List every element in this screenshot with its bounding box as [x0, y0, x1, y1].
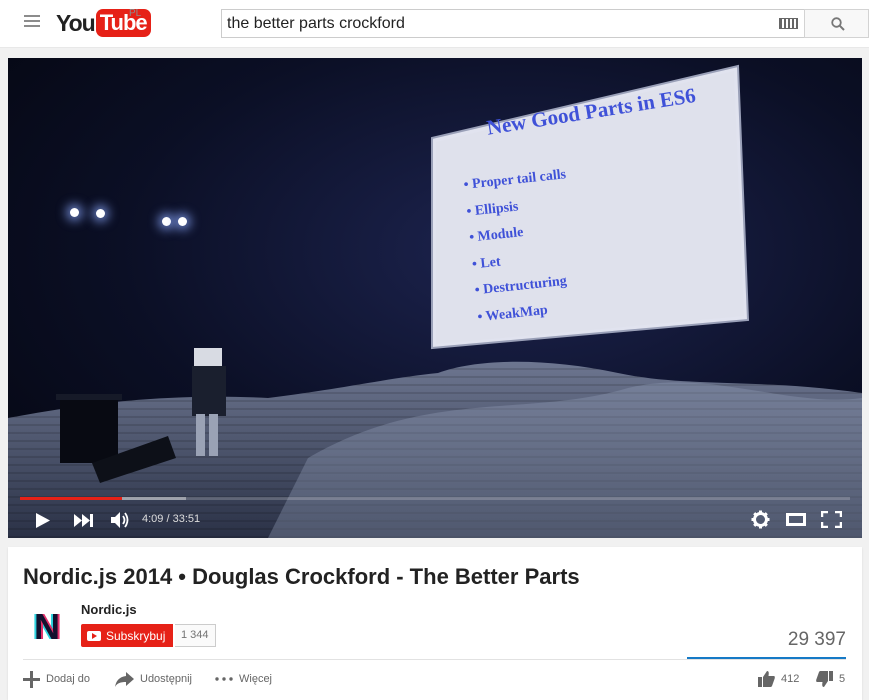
keyboard-icon[interactable]: [779, 18, 798, 29]
youtube-play-icon: [87, 630, 101, 641]
more-label: Więcej: [239, 673, 273, 685]
masthead: You Tube PL: [0, 0, 869, 48]
divider: [23, 659, 846, 660]
progress-bar[interactable]: [20, 497, 850, 500]
time-separator: /: [163, 513, 173, 525]
stage-light: [178, 217, 187, 226]
time-current: 4:09: [142, 513, 164, 525]
slide-bullet-list: Proper tail calls Ellipsis Module Let De…: [463, 167, 582, 336]
projection-screen: [431, 64, 750, 350]
play-icon[interactable]: [35, 512, 51, 529]
search-button[interactable]: [804, 9, 869, 38]
more-button[interactable]: Więcej: [215, 667, 272, 691]
channel-name-link[interactable]: Nordic.js: [81, 602, 137, 617]
thumbs-down-icon: [816, 671, 833, 687]
logo-tube-text: Tube: [95, 9, 151, 37]
theater-mode-icon[interactable]: [786, 513, 806, 526]
progress-played: [20, 497, 122, 500]
like-sentiment-bar: [687, 657, 846, 659]
time-total: 33:51: [172, 513, 201, 525]
volume-icon[interactable]: [111, 511, 131, 529]
search-box: [221, 9, 804, 38]
more-dots-icon: [215, 677, 233, 681]
subscriber-count: 1 344: [175, 624, 216, 647]
logo-country-code: PL: [129, 8, 142, 19]
share-label: Udostępnij: [140, 673, 192, 685]
dislike-button[interactable]: 5: [816, 667, 845, 691]
subscribe-button[interactable]: Subskrybuj: [81, 624, 174, 647]
add-to-label: Dodaj do: [46, 673, 91, 685]
like-button[interactable]: 412: [758, 667, 799, 691]
video-title: Nordic.js 2014 • Douglas Crockford - The…: [23, 564, 580, 589]
video-player[interactable]: New Good Parts in ES6 Proper tail calls …: [8, 58, 862, 538]
logo-you-text: You: [56, 9, 96, 36]
gear-icon[interactable]: [751, 510, 770, 529]
like-count: 412: [781, 673, 800, 685]
search-input[interactable]: [222, 10, 779, 37]
channel-avatar[interactable]: N: [23, 603, 71, 651]
video-info-card: Nordic.js 2014 • Douglas Crockford - The…: [8, 547, 862, 700]
dislike-count: 5: [839, 673, 846, 685]
share-icon: [115, 671, 134, 687]
plus-icon: [23, 670, 40, 688]
stage-light: [70, 208, 79, 217]
hamburger-icon[interactable]: [24, 15, 40, 29]
next-icon[interactable]: [74, 514, 94, 527]
add-to-button[interactable]: Dodaj do: [23, 667, 90, 691]
view-count: 29 397: [787, 629, 846, 650]
subscribe-label: Subskrybuj: [106, 628, 166, 643]
stage-light: [162, 217, 171, 226]
search-icon: [831, 17, 845, 31]
time-display: 4:09 / 33:51: [142, 513, 200, 525]
share-button[interactable]: Udostępnij: [115, 667, 192, 691]
stage-light: [96, 209, 105, 218]
fullscreen-icon[interactable]: [821, 511, 842, 528]
thumbs-up-icon: [758, 671, 775, 687]
